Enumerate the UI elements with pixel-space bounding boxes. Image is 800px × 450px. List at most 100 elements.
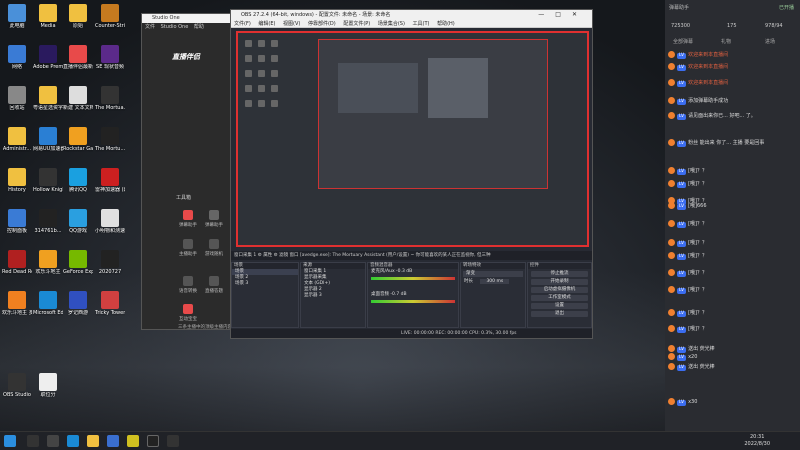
desktop-icon[interactable]: OBS Studio: [2, 373, 32, 398]
chat-message[interactable]: LV x20: [668, 353, 796, 361]
desktop-icon[interactable]: Tricky Towers: [95, 291, 125, 316]
stop-streaming-button[interactable]: 停止推流: [531, 271, 588, 277]
exit-button[interactable]: 退出: [531, 311, 588, 317]
settings-button[interactable]: 设置: [531, 303, 588, 309]
window-controls[interactable]: —□✕: [538, 10, 588, 20]
desktop-icon[interactable]: 直播伴侣最新: [63, 45, 93, 70]
menu-tools[interactable]: 工具(T): [413, 21, 430, 27]
chat-message[interactable]: LV [哦]？？: [668, 180, 796, 188]
tool-interactive[interactable]: 互动宝宝: [176, 304, 200, 322]
desktop-icon[interactable]: 此电脑: [2, 4, 32, 29]
tool-live-quiz[interactable]: 直播答题: [202, 276, 226, 294]
chat-message[interactable]: LV 送出 荧光棒: [668, 345, 796, 353]
menu-help[interactable]: 帮助(H): [437, 21, 455, 27]
tool-helper-2[interactable]: 弹幕助手: [202, 210, 226, 228]
edge-icon[interactable]: [67, 435, 79, 447]
tab-all[interactable]: 全部弹幕: [673, 38, 693, 45]
app-icon[interactable]: [127, 435, 139, 447]
file-explorer-icon[interactable]: [87, 435, 99, 447]
chat-message[interactable]: LV [哦]？？: [668, 239, 796, 247]
tool-voice-convert[interactable]: 语音转换: [176, 276, 200, 294]
menu-docks[interactable]: 停靠部件(D): [308, 21, 336, 27]
menu-item-studio-one[interactable]: Studio One: [161, 24, 189, 30]
scene-item[interactable]: 场景 3: [232, 281, 298, 287]
desktop-icon[interactable]: QQ游戏: [63, 209, 93, 234]
desktop-icon[interactable]: 雷神加速器 (网上科技)NLMA...: [95, 168, 125, 193]
menu-item-help[interactable]: 帮助: [194, 24, 204, 30]
tab-gifts[interactable]: 礼物: [721, 38, 731, 45]
source-toolbar[interactable]: 窗口采集 1 ⚙ 属性 ⚙ 滤镜 窗口 [avedge.exe]: The Mo…: [231, 251, 592, 260]
desktop-icon[interactable]: 控制面板: [2, 209, 32, 234]
chat-message[interactable]: LV x30: [668, 398, 796, 406]
terminal-icon[interactable]: [167, 435, 179, 447]
start-recording-button[interactable]: 开始录制: [531, 279, 588, 285]
desktop-icon[interactable]: 职位分: [33, 373, 63, 398]
virtual-camera-button[interactable]: 启动虚拟摄像机: [531, 287, 588, 293]
desktop-icon[interactable]: 小明物和测速: [95, 209, 125, 234]
desktop-icon[interactable]: 网络: [2, 45, 32, 70]
desktop-icon[interactable]: Adobe Premie...: [33, 45, 63, 70]
chat-message[interactable]: LV [哦]？？: [668, 167, 796, 175]
desktop-icon[interactable]: 粤语星选资字: [33, 86, 63, 111]
obs-preview-canvas[interactable]: [236, 31, 589, 247]
chat-message[interactable]: LV [哦]？？: [668, 309, 796, 317]
desktop-icon[interactable]: Administr...: [2, 127, 32, 152]
desktop-icon[interactable]: 欢乐斗地主 多媒体版: [2, 291, 32, 316]
system-clock[interactable]: 20:31 2022/8/30: [744, 434, 770, 448]
desktop-icon[interactable]: Media: [33, 4, 63, 29]
chat-message[interactable]: LV 请见面出来你已... 好吧... 了。: [668, 112, 796, 120]
desktop-icon[interactable]: Red Dead Redempti...: [2, 250, 32, 275]
obs-taskbar-icon[interactable]: [147, 435, 159, 447]
desktop-icon[interactable]: Counter-Strike Global Off...: [95, 4, 125, 29]
tool-game-random[interactable]: 游戏随机: [202, 239, 226, 257]
mixer-channel[interactable]: 桌面音频 -0.7 dB: [368, 292, 458, 298]
tool-barrage-helper[interactable]: 弹幕助手: [176, 210, 200, 228]
desktop-icon[interactable]: GeForce Experience: [63, 250, 93, 275]
chat-message[interactable]: LV [哦]？？: [668, 325, 796, 333]
desktop-icon[interactable]: 网易UU加速器: [33, 127, 63, 152]
menu-edit[interactable]: 编辑(E): [258, 21, 275, 27]
desktop-icon[interactable]: 原始: [63, 4, 93, 29]
chat-message[interactable]: LV 欢迎来到本直播间: [668, 51, 796, 59]
task-view-icon[interactable]: [47, 435, 59, 447]
duration-input[interactable]: 300 ms: [480, 279, 510, 284]
tab-enter[interactable]: 进场: [765, 38, 775, 45]
tool-anchor-helper[interactable]: 主播助手: [176, 239, 200, 257]
menu-view[interactable]: 视图(V): [283, 21, 300, 27]
desktop-icon[interactable]: 罗记西游: [63, 291, 93, 316]
chat-message[interactable]: LV [哦]？？: [668, 286, 796, 294]
desktop-icon[interactable]: 腾讯QQ: [63, 168, 93, 193]
menu-profile[interactable]: 配置文件(P): [343, 21, 370, 27]
desktop-icon[interactable]: 欢乐斗地主: [33, 250, 63, 275]
studio-mode-button[interactable]: 工作室模式: [531, 295, 588, 301]
menu-file[interactable]: 文件(F): [234, 21, 251, 27]
desktop-icon[interactable]: 314761b...: [33, 209, 63, 234]
chat-message[interactable]: LV 欢迎来到本直播间: [668, 79, 796, 87]
desktop-icon[interactable]: Rockstar Games...: [63, 127, 93, 152]
desktop-icon[interactable]: The Mortua...: [95, 86, 125, 111]
desktop-icon[interactable]: History: [2, 168, 32, 193]
search-icon[interactable]: [27, 435, 39, 447]
desktop-icon[interactable]: Microsoft Edge: [33, 291, 63, 316]
chat-message[interactable]: LV [哦]？？: [668, 220, 796, 228]
chat-message[interactable]: LV 送出 荧光棒: [668, 363, 796, 371]
desktop-icon[interactable]: Hollow Knight: [33, 168, 63, 193]
menu-item-file[interactable]: 文件: [145, 24, 155, 30]
chat-message[interactable]: LV 粉丝 能出来 你了... 主播 要是回事: [668, 139, 796, 147]
chat-message[interactable]: LV [哦]？？: [668, 269, 796, 277]
chat-message[interactable]: LV 添加弹幕助手成功: [668, 97, 796, 105]
menu-scene-collection[interactable]: 场景集合(S): [378, 21, 405, 27]
desktop-icon[interactable]: 2020727: [95, 250, 125, 275]
start-menu-icon[interactable]: [4, 435, 16, 447]
desktop-icon[interactable]: 新建 文本文档: [63, 86, 93, 111]
desktop-icon[interactable]: The Mortu...: [95, 127, 125, 152]
source-item[interactable]: 显示器 3: [301, 293, 365, 299]
mixer-channel[interactable]: 麦克风/Aux -0.3 dB: [368, 269, 458, 275]
desktop-icon[interactable]: SE 现状音频: [95, 45, 125, 70]
chat-message[interactable]: LV [哦]666: [668, 202, 796, 210]
desktop-icon[interactable]: 回收站: [2, 86, 32, 111]
chat-message[interactable]: LV 欢迎来到本直播间: [668, 63, 796, 71]
chat-message[interactable]: LV [哦]？？: [668, 252, 796, 260]
transition-select[interactable]: 渐变: [463, 271, 523, 277]
store-icon[interactable]: [107, 435, 119, 447]
